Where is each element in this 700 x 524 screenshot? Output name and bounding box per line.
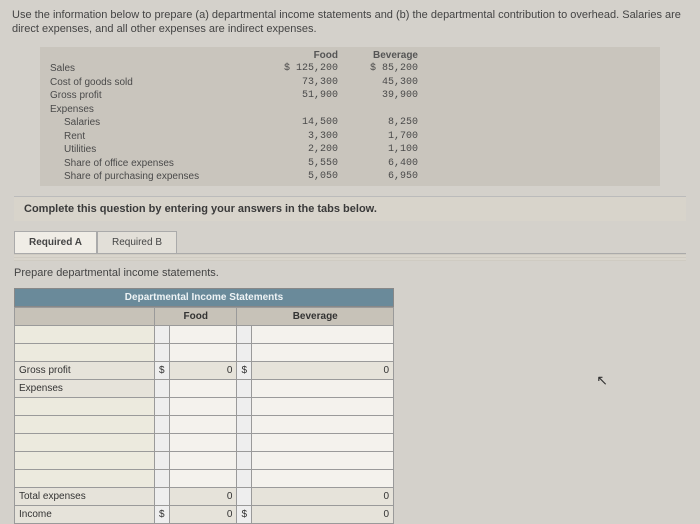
exp-food-3[interactable] (169, 433, 237, 451)
col-header-food: Food (270, 49, 350, 63)
gross-profit-bev: 0 (252, 361, 394, 379)
input-bev-2[interactable] (252, 343, 394, 361)
total-exp-bev: 0 (252, 487, 394, 505)
income-bev: 0 (252, 505, 394, 523)
cursor-icon: ↖ (596, 372, 608, 389)
row-sales: Sales (40, 62, 270, 76)
answer-sheet: Departmental Income Statements Food Beve… (14, 288, 394, 524)
exp-food-1[interactable] (169, 397, 237, 415)
gross-profit-food: 0 (169, 361, 237, 379)
exp-bev-4[interactable] (252, 451, 394, 469)
row-expenses-hdr: Expenses (40, 103, 270, 117)
exp-bev-1[interactable] (252, 397, 394, 415)
exp-food-5[interactable] (169, 469, 237, 487)
row-gross-profit-label: Gross profit (15, 361, 155, 379)
exp-label-4[interactable] (15, 451, 155, 469)
row-rent: Rent (40, 130, 270, 144)
row-gross-profit: Gross profit (40, 89, 270, 103)
exp-label-1[interactable] (15, 397, 155, 415)
exp-label-3[interactable] (15, 433, 155, 451)
tab-required-a[interactable]: Required A (14, 231, 97, 253)
exp-label-5[interactable] (15, 469, 155, 487)
sheet-col-food: Food (155, 307, 237, 325)
complete-instruction: Complete this question by entering your … (14, 196, 686, 221)
row-utilities: Utilities (40, 143, 270, 157)
row-income: Income (15, 505, 155, 523)
input-bev-1[interactable] (252, 325, 394, 343)
tab-required-b[interactable]: Required B (97, 231, 177, 253)
tab-instruction: Prepare departmental income statements. (14, 264, 686, 282)
exp-food-4[interactable] (169, 451, 237, 469)
row-purchasing: Share of purchasing expenses (40, 170, 270, 184)
input-food-2[interactable] (169, 343, 237, 361)
row-office: Share of office expenses (40, 157, 270, 171)
tab-stripe (14, 253, 686, 261)
input-food-1[interactable] (169, 325, 237, 343)
given-data-block: . Food Beverage Sales$ 125,200$ 85,200 C… (40, 47, 660, 186)
sheet-col-beverage: Beverage (237, 307, 394, 325)
exp-food-2[interactable] (169, 415, 237, 433)
row-expenses-label: Expenses (15, 379, 155, 397)
total-exp-food: 0 (169, 487, 237, 505)
exp-bev-3[interactable] (252, 433, 394, 451)
exp-bev-2[interactable] (252, 415, 394, 433)
input-label-2[interactable] (15, 343, 155, 361)
tab-bar: Required A Required B (14, 231, 686, 253)
row-cogs: Cost of goods sold (40, 76, 270, 90)
row-salaries: Salaries (40, 116, 270, 130)
income-food: 0 (169, 505, 237, 523)
sheet-title: Departmental Income Statements (14, 288, 394, 307)
input-label-1[interactable] (15, 325, 155, 343)
col-header-beverage: Beverage (350, 49, 430, 63)
exp-label-2[interactable] (15, 415, 155, 433)
exp-bev-5[interactable] (252, 469, 394, 487)
row-total-expenses: Total expenses (15, 487, 155, 505)
problem-instructions: Use the information below to prepare (a)… (0, 0, 700, 41)
